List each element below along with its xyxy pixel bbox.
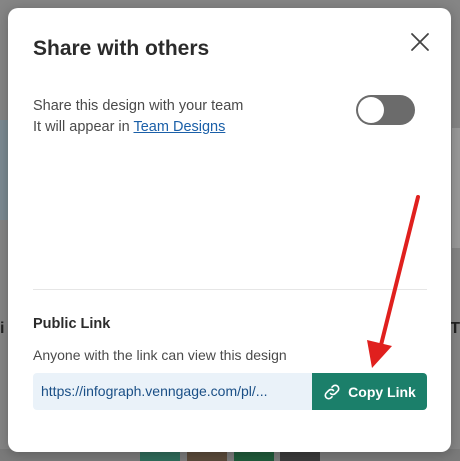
background-text: T bbox=[450, 320, 460, 337]
team-share-prefix: It will appear in bbox=[33, 119, 134, 135]
share-dialog: Share with others Share this design with… bbox=[8, 8, 451, 452]
copy-link-button[interactable]: Copy Link bbox=[312, 373, 427, 410]
public-link-description: Anyone with the link can view this desig… bbox=[33, 347, 287, 363]
team-share-toggle[interactable] bbox=[356, 95, 415, 125]
team-share-line2: It will appear in Team Designs bbox=[33, 117, 243, 138]
team-share-line1: Share this design with your team bbox=[33, 98, 244, 114]
public-link-row: https://infograph.venngage.com/pl/... Co… bbox=[33, 373, 427, 410]
section-divider bbox=[33, 289, 427, 290]
background-thumbnail bbox=[452, 128, 460, 248]
close-button[interactable] bbox=[406, 28, 434, 56]
dialog-title: Share with others bbox=[33, 37, 210, 60]
team-share-text: Share this design with your team It will… bbox=[33, 96, 243, 138]
team-designs-link[interactable]: Team Designs bbox=[133, 119, 225, 135]
close-icon bbox=[406, 28, 434, 56]
public-link-title: Public Link bbox=[33, 316, 111, 332]
toggle-knob bbox=[358, 97, 384, 123]
public-link-field[interactable]: https://infograph.venngage.com/pl/... bbox=[33, 373, 312, 410]
copy-link-label: Copy Link bbox=[348, 383, 416, 400]
background-text: i bbox=[0, 320, 5, 337]
link-icon bbox=[323, 383, 341, 401]
